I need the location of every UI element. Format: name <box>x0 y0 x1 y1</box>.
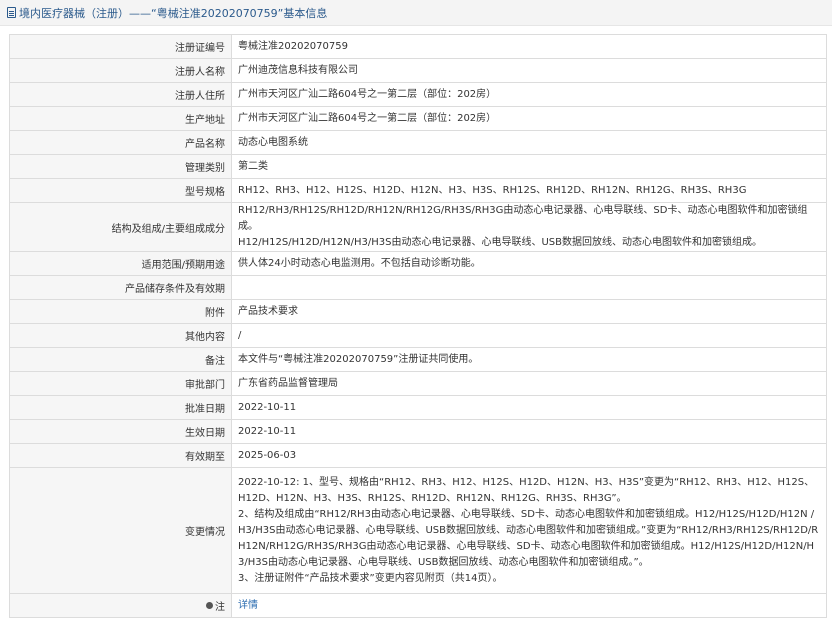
row-address: 注册人住所 广州市天河区广汕二路604号之一第二层（部位：202房） <box>9 82 827 107</box>
row-product: 产品名称 动态心电图系统 <box>9 130 827 155</box>
row-category: 管理类别 第二类 <box>9 154 827 179</box>
value-scope: 供人体24小时动态心电监测用。不包括自动诊断功能。 <box>231 251 827 276</box>
value-product: 动态心电图系统 <box>231 130 827 155</box>
row-note: 注 详情 <box>9 593 827 618</box>
value-note: 详情 <box>231 593 827 618</box>
row-composition: 结构及组成/主要组成成分 RH12/RH3/RH12S/RH12D/RH12N/… <box>9 202 827 252</box>
label-address: 注册人住所 <box>9 82 232 107</box>
label-authority: 审批部门 <box>9 371 232 396</box>
label-reg-no: 注册证编号 <box>9 34 232 59</box>
value-models: RH12、RH3、H12、H12S、H12D、H12N、H3、H3S、RH12S… <box>231 178 827 203</box>
value-remark: 本文件与“粤械注准20202070759”注册证共同使用。 <box>231 347 827 372</box>
row-approve-date: 批准日期 2022-10-11 <box>9 395 827 420</box>
row-effective-date: 生效日期 2022-10-11 <box>9 419 827 444</box>
label-registrant: 注册人名称 <box>9 58 232 83</box>
label-scope: 适用范围/预期用途 <box>9 251 232 276</box>
value-other: / <box>231 323 827 348</box>
row-attachment: 附件 产品技术要求 <box>9 299 827 324</box>
note-label: 注 <box>215 602 225 613</box>
page-header: 境内医疗器械（注册）——“粤械注准20202070759”基本信息 <box>0 0 832 26</box>
label-remark: 备注 <box>9 347 232 372</box>
value-attachment: 产品技术要求 <box>231 299 827 324</box>
label-expire-date: 有效期至 <box>9 443 232 468</box>
label-composition: 结构及组成/主要组成成分 <box>9 202 232 252</box>
value-registrant: 广州迪茂信息科技有限公司 <box>231 58 827 83</box>
row-storage: 产品储存条件及有效期 <box>9 275 827 300</box>
change-entry: 2、结构及组成由“RH12/RH3由动态心电记录器、心电导联线、SD卡、动态心电… <box>238 508 819 568</box>
label-attachment: 附件 <box>9 299 232 324</box>
label-product: 产品名称 <box>9 130 232 155</box>
row-models: 型号规格 RH12、RH3、H12、H12S、H12D、H12N、H3、H3S、… <box>9 178 827 203</box>
value-authority: 广东省药品监督管理局 <box>231 371 827 396</box>
row-authority: 审批部门 广东省药品监督管理局 <box>9 371 827 396</box>
change-entry: 3、注册证附件“产品技术要求”变更内容见附页（共14页）。 <box>238 572 503 584</box>
value-effective-date: 2022-10-11 <box>231 419 827 444</box>
row-expire-date: 有效期至 2025-06-03 <box>9 443 827 468</box>
value-approve-date: 2022-10-11 <box>231 395 827 420</box>
label-changes: 变更情况 <box>9 467 232 594</box>
row-scope: 适用范围/预期用途 供人体24小时动态心电监测用。不包括自动诊断功能。 <box>9 251 827 276</box>
row-other: 其他内容 / <box>9 323 827 348</box>
info-icon <box>206 602 213 609</box>
label-note: 注 <box>9 593 232 618</box>
value-category: 第二类 <box>231 154 827 179</box>
label-models: 型号规格 <box>9 178 232 203</box>
details-link[interactable]: 详情 <box>238 600 258 611</box>
label-approve-date: 批准日期 <box>9 395 232 420</box>
label-category: 管理类别 <box>9 154 232 179</box>
value-storage <box>231 275 827 300</box>
value-reg-no: 粤械注准20202070759 <box>231 34 827 59</box>
document-icon <box>7 7 16 18</box>
row-remark: 备注 本文件与“粤械注准20202070759”注册证共同使用。 <box>9 347 827 372</box>
value-production: 广州市天河区广汕二路604号之一第二层（部位：202房） <box>231 106 827 131</box>
value-composition: RH12/RH3/RH12S/RH12D/RH12N/RH12G/RH3S/RH… <box>231 202 827 252</box>
label-effective-date: 生效日期 <box>9 419 232 444</box>
row-production: 生产地址 广州市天河区广汕二路604号之一第二层（部位：202房） <box>9 106 827 131</box>
label-storage: 产品储存条件及有效期 <box>9 275 232 300</box>
info-table: 注册证编号 粤械注准20202070759 注册人名称 广州迪茂信息科技有限公司… <box>9 34 827 618</box>
row-registrant: 注册人名称 广州迪茂信息科技有限公司 <box>9 58 827 83</box>
value-expire-date: 2025-06-03 <box>231 443 827 468</box>
value-changes: 2022-10-12: 1、型号、规格由“RH12、RH3、H12、H12S、H… <box>231 467 827 594</box>
label-production: 生产地址 <box>9 106 232 131</box>
label-other: 其他内容 <box>9 323 232 348</box>
composition-line: H12/H12S/H12D/H12N/H3/H3S由动态心电记录器、心电导联线、… <box>238 237 762 248</box>
value-address: 广州市天河区广汕二路604号之一第二层（部位：202房） <box>231 82 827 107</box>
page-title: 境内医疗器械（注册）——“粤械注准20202070759”基本信息 <box>19 6 328 20</box>
row-changes: 变更情况 2022-10-12: 1、型号、规格由“RH12、RH3、H12、H… <box>9 467 827 594</box>
composition-line: RH12/RH3/RH12S/RH12D/RH12N/RH12G/RH3S/RH… <box>238 205 808 232</box>
change-entry: 2022-10-12: 1、型号、规格由“RH12、RH3、H12、H12S、H… <box>238 476 815 504</box>
row-reg-no: 注册证编号 粤械注准20202070759 <box>9 34 827 59</box>
